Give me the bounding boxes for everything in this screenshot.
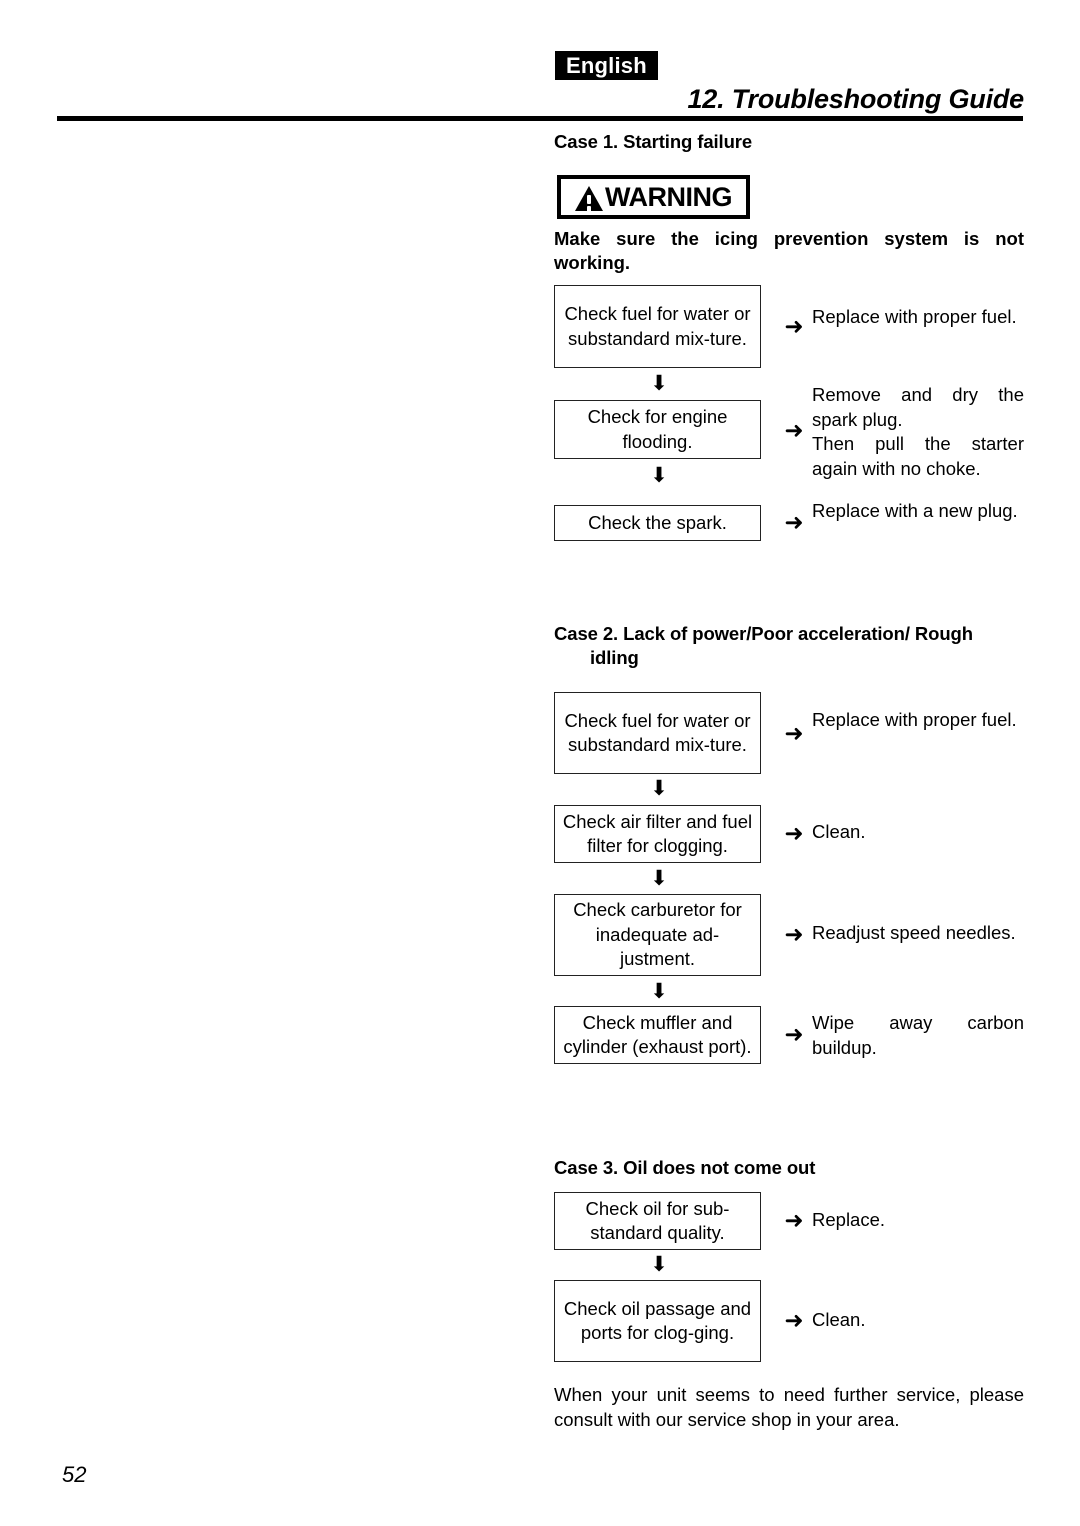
down-arrow-icon: ⬇ bbox=[650, 867, 668, 890]
right-arrow-icon: ➜ bbox=[784, 509, 804, 535]
action-text: Replace with a new plug. bbox=[812, 500, 1018, 521]
right-arrow-icon: ➜ bbox=[784, 820, 804, 846]
action-text: Replace with proper fuel. bbox=[812, 306, 1017, 327]
right-arrow-icon: ➜ bbox=[784, 1207, 804, 1233]
case-heading-1-line1: Case 1. Starting failure bbox=[554, 131, 753, 152]
down-arrow-icon: ⬇ bbox=[650, 372, 668, 395]
warning-badge: WARNING bbox=[557, 175, 750, 219]
action-text: Replace with proper fuel. bbox=[812, 709, 1017, 730]
language-tag: English bbox=[555, 51, 658, 80]
check-box-text: Check fuel for water or substandard mix-… bbox=[564, 709, 751, 756]
right-arrow-icon: ➜ bbox=[784, 1021, 804, 1047]
action-text: Clean. bbox=[812, 821, 866, 842]
action-text: Replace. bbox=[812, 1209, 886, 1230]
case-heading-2: Case 2. Lack of power/Poor acceleration/… bbox=[554, 622, 1024, 670]
right-arrow-icon: ➜ bbox=[784, 313, 804, 339]
case-heading-3-line1: Case 3. Oil does not come out bbox=[554, 1157, 816, 1178]
warning-body-text: Make sure the icing prevention system is… bbox=[554, 228, 1024, 273]
action-text: Clean. bbox=[812, 1309, 866, 1330]
warning-triangle-icon bbox=[575, 185, 603, 211]
check-box: Check air filter and fuel filter for clo… bbox=[554, 805, 761, 863]
check-box: Check fuel for water or substandard mix-… bbox=[554, 692, 761, 774]
check-box: Check oil passage and ports for clog-gin… bbox=[554, 1280, 761, 1362]
page-title: 12. Troubleshooting Guide bbox=[687, 84, 1024, 114]
action-text: Readjust speed needles. bbox=[812, 922, 1016, 943]
case-heading-1: Case 1. Starting failure bbox=[554, 130, 752, 154]
down-arrow-icon: ⬇ bbox=[650, 464, 668, 487]
check-box: Check muffler and cylinder (exhaust port… bbox=[554, 1006, 761, 1064]
check-box-text: Check air filter and fuel filter for clo… bbox=[562, 810, 753, 857]
check-box-text: Check carburetor for inadequate ad-justm… bbox=[573, 899, 742, 970]
check-box: Check carburetor for inadequate ad-justm… bbox=[554, 894, 761, 976]
action-text: Wipe away carbon buildup. bbox=[812, 1012, 1024, 1058]
check-box: Check fuel for water or substandard mix-… bbox=[554, 285, 761, 368]
check-box-text: Check the spark. bbox=[588, 511, 727, 533]
check-box: Check the spark. bbox=[554, 505, 761, 541]
check-box-text: Check fuel for water or substandard mix-… bbox=[564, 303, 751, 349]
down-arrow-icon: ⬇ bbox=[650, 777, 668, 800]
check-box-text: Check for engine flooding. bbox=[587, 406, 728, 452]
check-box: Check for engine flooding. bbox=[554, 400, 761, 459]
action-text: Remove and dry the spark plug. Then pull… bbox=[812, 384, 1024, 479]
check-box-text: Check oil for sub-standard quality. bbox=[585, 1197, 730, 1244]
right-arrow-icon: ➜ bbox=[784, 921, 804, 947]
right-arrow-icon: ➜ bbox=[784, 1307, 804, 1333]
case-heading-2-line2: idling bbox=[590, 647, 639, 668]
check-box: Check oil for sub-standard quality. bbox=[554, 1192, 761, 1250]
page-number: 52 bbox=[62, 1462, 87, 1487]
right-arrow-icon: ➜ bbox=[784, 417, 804, 443]
right-arrow-icon: ➜ bbox=[784, 720, 804, 746]
check-box-text: Check oil passage and ports for clog-gin… bbox=[563, 1297, 752, 1344]
down-arrow-icon: ⬇ bbox=[650, 1253, 668, 1276]
warning-label: WARNING bbox=[605, 181, 733, 212]
title-divider bbox=[57, 116, 1023, 121]
down-arrow-icon: ⬇ bbox=[650, 980, 668, 1003]
case-heading-3: Case 3. Oil does not come out bbox=[554, 1156, 815, 1180]
closing-note: When your unit seems to need further ser… bbox=[554, 1384, 1024, 1430]
case-heading-2-line1: Case 2. Lack of power/Poor acceleration/… bbox=[554, 623, 973, 644]
check-box-text: Check muffler and cylinder (exhaust port… bbox=[563, 1011, 752, 1058]
